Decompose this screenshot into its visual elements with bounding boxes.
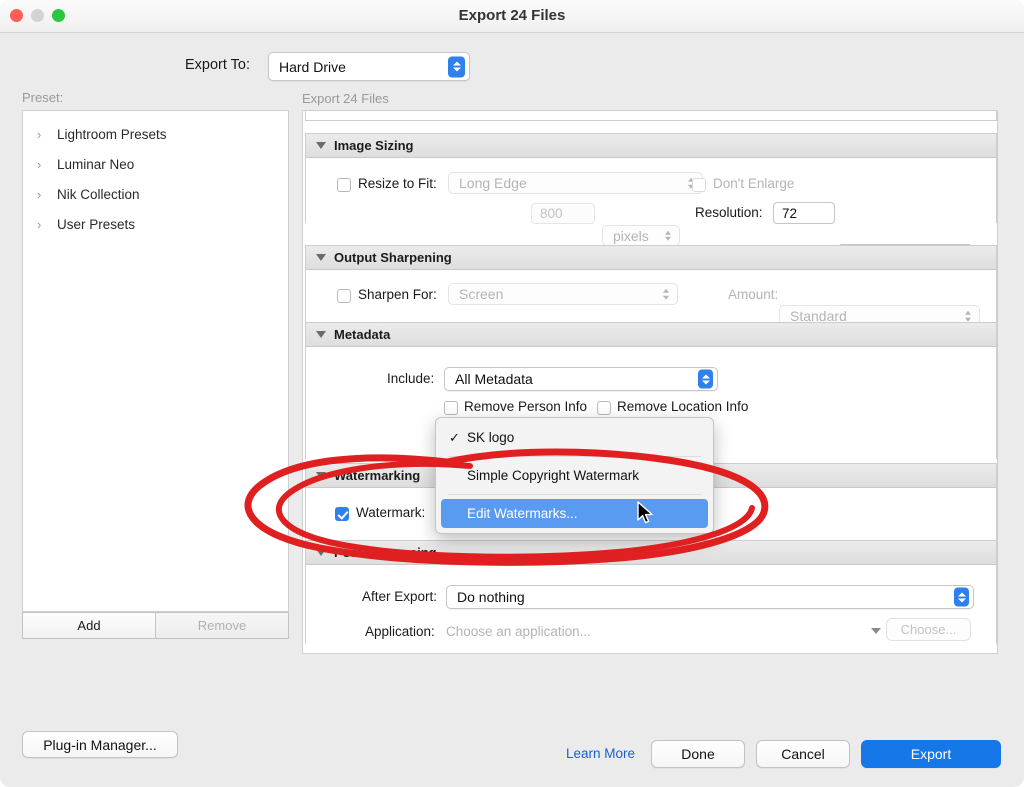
chevron-updown-icon <box>665 230 671 241</box>
sharpen-for-label: Sharpen For: <box>358 287 437 302</box>
preset-item-label: Lightroom Presets <box>57 126 167 142</box>
add-preset-button[interactable]: Add <box>22 612 156 639</box>
menu-item-edit-watermarks[interactable]: Edit Watermarks... <box>441 499 708 528</box>
sharpen-for-checkbox[interactable] <box>337 289 351 303</box>
sidebar-item-nik-collection[interactable]: › Nik Collection <box>23 179 290 209</box>
disclosure-triangle-icon[interactable] <box>316 549 326 556</box>
chevron-updown-icon <box>965 310 971 322</box>
include-label: Include: <box>387 371 435 386</box>
checkmark-icon: ✓ <box>449 429 460 445</box>
chevron-updown-icon <box>698 369 713 389</box>
chevron-right-icon: › <box>37 156 42 172</box>
resize-to-fit-checkbox[interactable] <box>337 178 351 192</box>
application-value: Choose an application... <box>446 624 591 639</box>
menu-item-label: SK logo <box>467 430 515 445</box>
after-export-label: After Export: <box>362 589 438 604</box>
panel-header-image-sizing[interactable]: Image Sizing <box>306 134 996 158</box>
window-title: Export 24 Files <box>458 7 566 24</box>
right-pane-subtitle: Export 24 Files <box>302 91 389 106</box>
include-value: All Metadata <box>455 371 533 387</box>
mouse-cursor-icon <box>637 501 653 524</box>
after-export-select[interactable]: Do nothing <box>446 585 974 609</box>
sharpen-for-value: Screen <box>459 286 504 302</box>
dont-enlarge-label: Don't Enlarge <box>713 176 795 191</box>
panel-header-post-processing[interactable]: Post-Processing <box>306 541 996 565</box>
panel-title: Output Sharpening <box>334 250 452 265</box>
panel-title: Post-Processing <box>334 545 437 560</box>
preset-label: Preset: <box>22 90 64 105</box>
disclosure-triangle-icon[interactable] <box>316 254 326 261</box>
remove-preset-button: Remove <box>156 612 289 639</box>
menu-item-label: Simple Copyright Watermark <box>467 468 640 483</box>
panel-title: Metadata <box>334 327 391 342</box>
disclosure-triangle-icon[interactable] <box>316 331 326 338</box>
watermark-label: Watermark: <box>356 505 426 520</box>
sidebar-item-luminar-neo[interactable]: › Luminar Neo <box>23 149 290 179</box>
watermark-checkbox[interactable] <box>335 507 349 521</box>
size-units-select: pixels <box>602 225 680 246</box>
learn-more-link[interactable]: Learn More <box>566 746 635 761</box>
export-button[interactable]: Export <box>861 740 1001 768</box>
resolution-input[interactable]: 72 <box>773 202 835 224</box>
disclosure-triangle-icon[interactable] <box>316 142 326 149</box>
dont-enlarge-checkbox <box>692 178 706 192</box>
resolution-value: 72 <box>782 205 798 221</box>
size-units-value: pixels <box>613 227 649 244</box>
panel-header-metadata[interactable]: Metadata <box>306 323 996 347</box>
export-to-value: Hard Drive <box>279 58 346 75</box>
sharpen-for-select: Screen <box>448 283 678 305</box>
preset-list: › Lightroom Presets › Luminar Neo › Nik … <box>22 110 289 612</box>
chevron-right-icon: › <box>37 216 42 232</box>
chevron-updown-icon <box>954 587 969 607</box>
remove-location-info-checkbox[interactable] <box>597 401 611 415</box>
choose-application-button: Choose... <box>886 618 971 641</box>
panel-title: Watermarking <box>334 468 421 483</box>
export-dialog-window: Export 24 Files Export To: Hard Drive Pr… <box>0 0 1024 787</box>
amount-label: Amount: <box>728 287 779 302</box>
title-bar: Export 24 Files <box>0 0 1024 33</box>
remove-person-info-checkbox[interactable] <box>444 401 458 415</box>
preset-item-label: Luminar Neo <box>57 156 135 172</box>
watermark-dropdown-menu[interactable]: ✓ SK logo Simple Copyright Watermark Edi… <box>435 417 714 534</box>
panel-header-output-sharpening[interactable]: Output Sharpening <box>306 246 996 270</box>
menu-item-sk-logo[interactable]: ✓ SK logo <box>441 423 708 452</box>
menu-separator <box>448 494 701 495</box>
plugin-manager-button[interactable]: Plug-in Manager... <box>22 731 178 758</box>
panel-output-sharpening: Output Sharpening Sharpen For: Screen Am… <box>305 245 997 327</box>
panel-image-sizing: Image Sizing Resize to Fit: Long Edge Do… <box>305 133 997 268</box>
done-button[interactable]: Done <box>651 740 745 768</box>
chevron-updown-icon <box>663 288 669 300</box>
menu-item-simple-copyright-watermark[interactable]: Simple Copyright Watermark <box>441 461 708 490</box>
menu-separator <box>448 456 701 457</box>
remove-person-info-label: Remove Person Info <box>464 399 588 414</box>
resize-mode-select: Long Edge <box>448 172 703 194</box>
partial-scrolled-panel <box>305 111 997 121</box>
export-to-label: Export To: <box>185 57 251 73</box>
size-value-input: 800 <box>531 203 595 224</box>
panel-title: Image Sizing <box>334 138 414 153</box>
sidebar-item-lightroom-presets[interactable]: › Lightroom Presets <box>23 119 290 149</box>
preset-item-label: Nik Collection <box>57 186 140 202</box>
resize-to-fit-label: Resize to Fit: <box>358 176 437 191</box>
preset-item-label: User Presets <box>57 216 136 232</box>
resize-mode-value: Long Edge <box>459 175 527 191</box>
panel-post-processing: Post-Processing After Export: Do nothing… <box>305 540 997 645</box>
size-value: 800 <box>540 206 563 221</box>
chevron-right-icon: › <box>37 126 42 142</box>
application-label: Application: <box>365 624 435 639</box>
preset-buttons: Add Remove <box>22 612 289 639</box>
menu-item-label: Edit Watermarks... <box>467 506 578 521</box>
resolution-label: Resolution: <box>695 205 763 220</box>
remove-location-info-label: Remove Location Info <box>617 399 749 414</box>
disclosure-triangle-icon[interactable] <box>316 472 326 479</box>
chevron-down-icon[interactable] <box>871 628 881 634</box>
chevron-right-icon: › <box>37 186 42 202</box>
after-export-value: Do nothing <box>457 589 525 605</box>
sidebar-item-user-presets[interactable]: › User Presets <box>23 209 290 239</box>
export-settings-pane: Image Sizing Resize to Fit: Long Edge Do… <box>302 110 998 654</box>
cancel-button[interactable]: Cancel <box>756 740 850 768</box>
chevron-updown-icon <box>448 56 465 77</box>
export-to-select[interactable]: Hard Drive <box>268 52 470 81</box>
metadata-include-select[interactable]: All Metadata <box>444 367 718 391</box>
